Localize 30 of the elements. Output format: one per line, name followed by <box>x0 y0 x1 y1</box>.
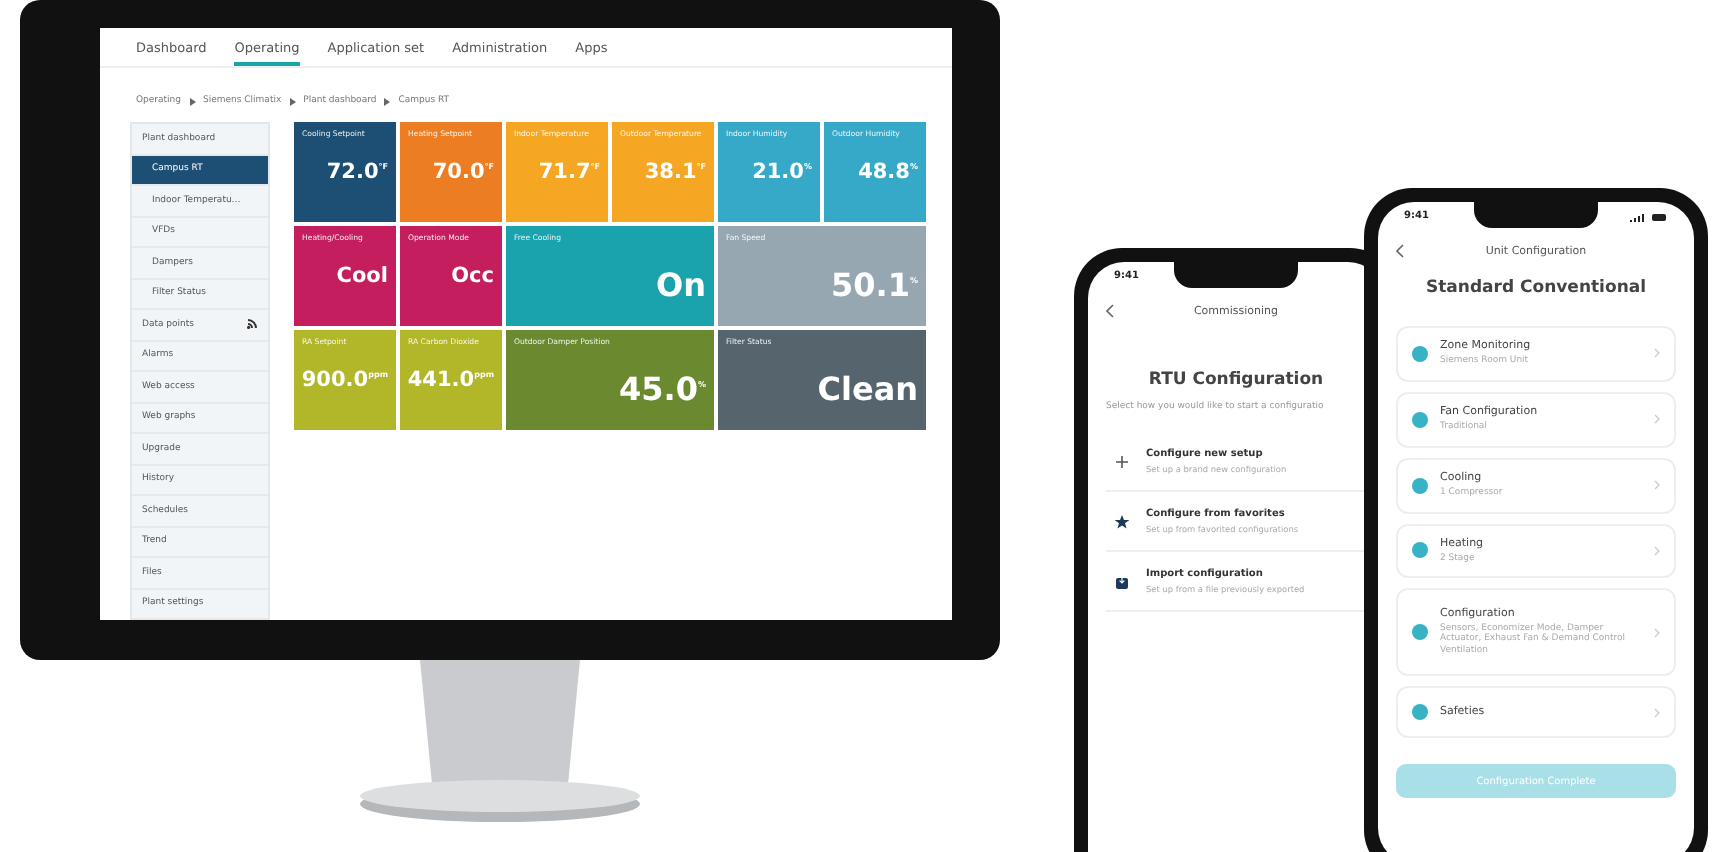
star-icon <box>1114 513 1130 529</box>
page-heading: Standard Conventional <box>1423 278 1649 298</box>
phone-notch <box>1474 202 1598 228</box>
chevron-icon <box>1654 480 1660 491</box>
import-icon <box>1114 573 1130 589</box>
caret-icon <box>189 97 195 105</box>
status-icons-drawing <box>1628 211 1668 221</box>
rss-icon <box>246 318 258 331</box>
back-icon[interactable] <box>1106 304 1114 318</box>
tile-value: Occ <box>451 264 494 288</box>
chevron-icon <box>1654 414 1660 425</box>
caret-icon <box>384 97 391 105</box>
status-dot <box>1412 624 1428 641</box>
status-dot <box>1412 411 1428 428</box>
chevron-icon <box>1654 545 1660 556</box>
tile-value: Clean <box>817 370 918 408</box>
status-dot <box>1412 542 1428 559</box>
status-dot <box>1412 704 1428 721</box>
status-dot <box>1412 477 1428 494</box>
status-dot <box>1412 345 1428 362</box>
tile-value: On <box>656 266 706 304</box>
phone-notch <box>1174 262 1298 288</box>
back-icon[interactable] <box>1396 244 1404 258</box>
tile-value: Cool <box>336 264 388 288</box>
chevron-icon <box>1654 707 1660 718</box>
plus-icon <box>1114 453 1130 469</box>
chevron-icon <box>1654 348 1660 359</box>
page-heading: RTU Configuration <box>1146 370 1326 390</box>
caret-icon <box>289 97 296 105</box>
chevron-icon <box>1654 627 1660 638</box>
